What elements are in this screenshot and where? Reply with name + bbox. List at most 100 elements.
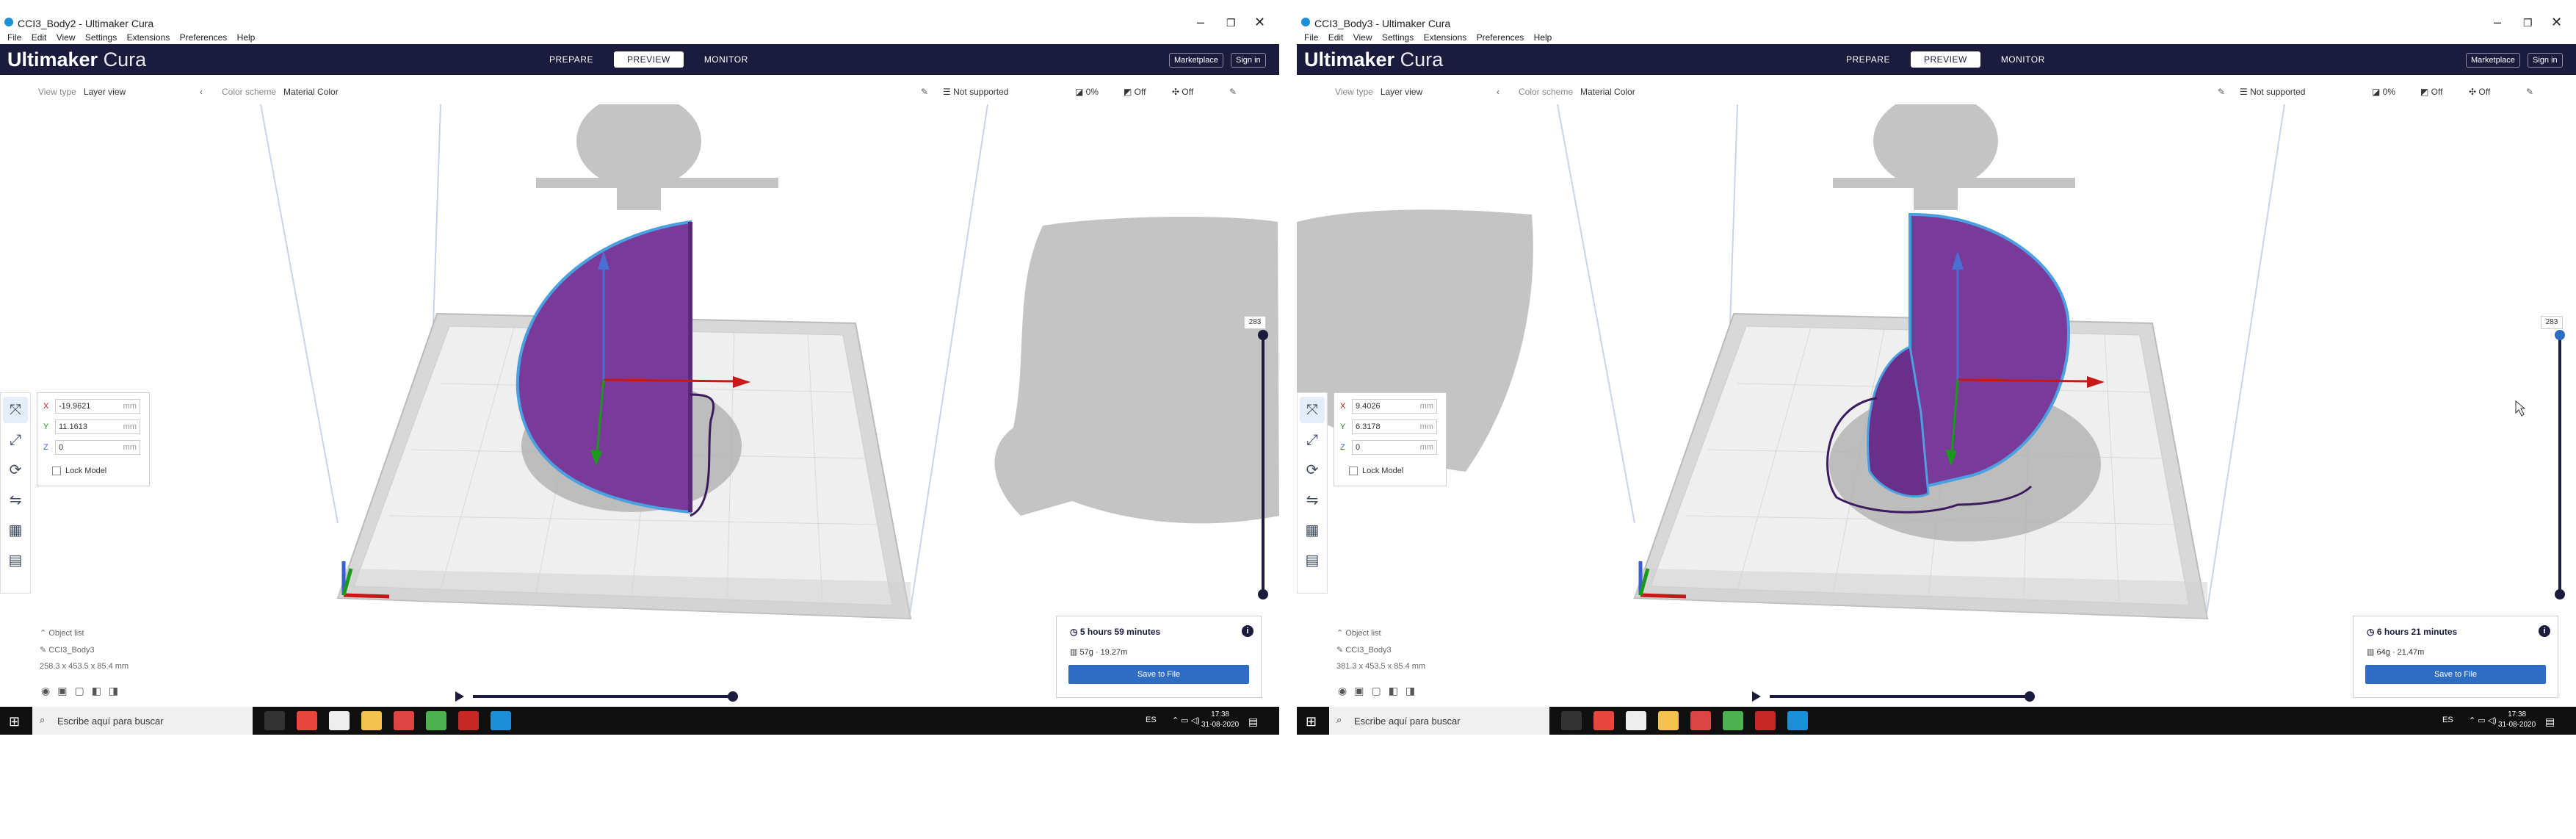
right-view-icon[interactable]: ◨: [109, 685, 126, 696]
tab-preview[interactable]: PREVIEW: [613, 51, 684, 68]
minimize-icon[interactable]: –: [1197, 15, 1204, 30]
color-scheme-selector[interactable]: Color scheme Material Color: [1519, 87, 1635, 97]
3d-view-icon[interactable]: ◉: [41, 685, 57, 696]
3d-viewport[interactable]: ⤧ ⤢ ⟳ ⇋ ▦ ▤ X -19.9621 mm Y 11.1613 mm Z 0 mm …: [0, 104, 1279, 705]
cura-taskbar-icon[interactable]: [491, 711, 511, 730]
mirror-tool-icon[interactable]: ⇋: [3, 487, 28, 514]
windows-start-icon[interactable]: ⊞: [1306, 714, 1317, 730]
close-icon[interactable]: ✕: [2551, 15, 2562, 30]
file-explorer-icon[interactable]: [1658, 711, 1679, 730]
cura-taskbar-icon[interactable]: [1787, 711, 1808, 730]
info-icon[interactable]: i: [2539, 625, 2550, 637]
edit-settings-icon[interactable]: ✎: [1229, 87, 1237, 97]
3d-viewport[interactable]: ⤧ ⤢ ⟳ ⇋ ▦ ▤ X 9.4026 mm Y 6.3178 mm Z 0 mm Loc…: [1297, 104, 2576, 705]
sign-in-button[interactable]: Sign in: [1231, 53, 1266, 68]
front-view-icon[interactable]: ▣: [1354, 685, 1371, 696]
z-input[interactable]: 0: [59, 443, 63, 452]
scale-tool-icon[interactable]: ⤢: [3, 427, 28, 453]
print-settings-summary[interactable]: ☰ Not supported: [943, 87, 1008, 97]
menu-view[interactable]: View: [57, 32, 76, 43]
print-settings-summary[interactable]: ☰ Not supported: [2240, 87, 2305, 97]
notification-icon[interactable]: ▤: [1248, 716, 1258, 728]
taskbar-clock[interactable]: 17:38 31-08-2020: [1201, 710, 1239, 730]
app-icon[interactable]: [426, 711, 446, 730]
menu-settings[interactable]: Settings: [85, 32, 117, 43]
mail-icon[interactable]: [394, 711, 414, 730]
language-indicator[interactable]: ES: [1146, 716, 1157, 724]
layer-slider[interactable]: [1248, 312, 1269, 605]
chrome-icon[interactable]: [1593, 711, 1614, 730]
task-view-icon[interactable]: [264, 711, 285, 730]
layer-slider[interactable]: [2545, 312, 2566, 605]
menu-view[interactable]: View: [1353, 32, 1372, 43]
per-model-settings-icon[interactable]: ▦: [3, 517, 28, 544]
menu-extensions[interactable]: Extensions: [127, 32, 170, 43]
view-type-selector[interactable]: View type Layer view: [38, 87, 126, 97]
pdf-icon[interactable]: [458, 711, 479, 730]
taskbar-search[interactable]: ⌕ Escribe aquí para buscar: [1329, 707, 1549, 735]
top-view-icon[interactable]: ▢: [1371, 685, 1388, 696]
per-model-settings-icon[interactable]: ▦: [1300, 517, 1325, 544]
3d-view-icon[interactable]: ◉: [1338, 685, 1354, 696]
close-icon[interactable]: ✕: [1254, 15, 1265, 30]
lock-model-checkbox[interactable]: Lock Model: [1349, 467, 1403, 476]
z-input[interactable]: 0: [1356, 443, 1360, 452]
menu-edit[interactable]: Edit: [32, 32, 47, 43]
tab-prepare[interactable]: PREPARE: [1833, 51, 1903, 68]
front-view-icon[interactable]: ▣: [57, 685, 74, 696]
pdf-icon[interactable]: [1755, 711, 1776, 730]
file-explorer-icon[interactable]: [361, 711, 382, 730]
info-icon[interactable]: i: [1242, 625, 1253, 637]
system-tray-icons[interactable]: ⌃ ▭ ◁): [1172, 716, 1200, 725]
mirror-tool-icon[interactable]: ⇋: [1300, 487, 1325, 514]
store-icon[interactable]: [329, 711, 350, 730]
menu-preferences[interactable]: Preferences: [1477, 32, 1524, 43]
menu-help[interactable]: Help: [1534, 32, 1552, 43]
menu-file[interactable]: File: [7, 32, 21, 43]
minimize-icon[interactable]: –: [2494, 15, 2501, 30]
menu-settings[interactable]: Settings: [1382, 32, 1414, 43]
save-to-file-button[interactable]: Save to File: [1068, 665, 1249, 684]
marketplace-button[interactable]: Marketplace: [1169, 53, 1223, 68]
menu-help[interactable]: Help: [237, 32, 256, 43]
x-input[interactable]: 9.4026: [1356, 402, 1381, 411]
support-blocker-icon[interactable]: ▤: [1300, 547, 1325, 574]
sign-in-button[interactable]: Sign in: [2528, 53, 2563, 68]
language-indicator[interactable]: ES: [2442, 716, 2453, 724]
right-view-icon[interactable]: ◨: [1405, 685, 1422, 696]
notification-icon[interactable]: ▤: [2545, 716, 2555, 728]
marketplace-button[interactable]: Marketplace: [2466, 53, 2520, 68]
lock-model-checkbox[interactable]: Lock Model: [52, 467, 106, 476]
taskbar-clock[interactable]: 17:38 31-08-2020: [2498, 710, 2536, 730]
support-blocker-icon[interactable]: ▤: [3, 547, 28, 574]
mail-icon[interactable]: [1690, 711, 1711, 730]
edit-icon[interactable]: ✎: [2218, 87, 2225, 97]
chrome-icon[interactable]: [297, 711, 317, 730]
x-input[interactable]: -19.9621: [59, 402, 90, 411]
move-tool-icon[interactable]: ⤧: [3, 397, 28, 423]
simulation-slider[interactable]: [455, 689, 742, 704]
tab-preview[interactable]: PREVIEW: [1910, 51, 1980, 68]
windows-start-icon[interactable]: ⊞: [9, 714, 20, 730]
top-view-icon[interactable]: ▢: [74, 685, 91, 696]
tab-monitor[interactable]: MONITOR: [691, 51, 761, 68]
menu-extensions[interactable]: Extensions: [1424, 32, 1467, 43]
y-input[interactable]: 6.3178: [1356, 422, 1381, 431]
rotate-tool-icon[interactable]: ⟳: [3, 457, 28, 483]
chevron-left-icon[interactable]: ‹: [200, 87, 203, 97]
y-input[interactable]: 11.1613: [59, 422, 87, 431]
menu-edit[interactable]: Edit: [1328, 32, 1344, 43]
taskbar-search[interactable]: ⌕ Escribe aquí para buscar: [32, 707, 253, 735]
scale-tool-icon[interactable]: ⤢: [1300, 427, 1325, 453]
app-icon[interactable]: [1723, 711, 1743, 730]
system-tray-icons[interactable]: ⌃ ▭ ◁): [2469, 716, 2497, 725]
menu-file[interactable]: File: [1304, 32, 1318, 43]
tab-monitor[interactable]: MONITOR: [1988, 51, 2058, 68]
restore-icon[interactable]: ❐: [2523, 17, 2533, 29]
color-scheme-selector[interactable]: Color scheme Material Color: [222, 87, 339, 97]
object-list-toggle[interactable]: ⌃ Object list: [40, 628, 129, 638]
store-icon[interactable]: [1626, 711, 1646, 730]
menu-preferences[interactable]: Preferences: [180, 32, 228, 43]
left-view-icon[interactable]: ◧: [92, 685, 109, 696]
save-to-file-button[interactable]: Save to File: [2365, 665, 2546, 684]
